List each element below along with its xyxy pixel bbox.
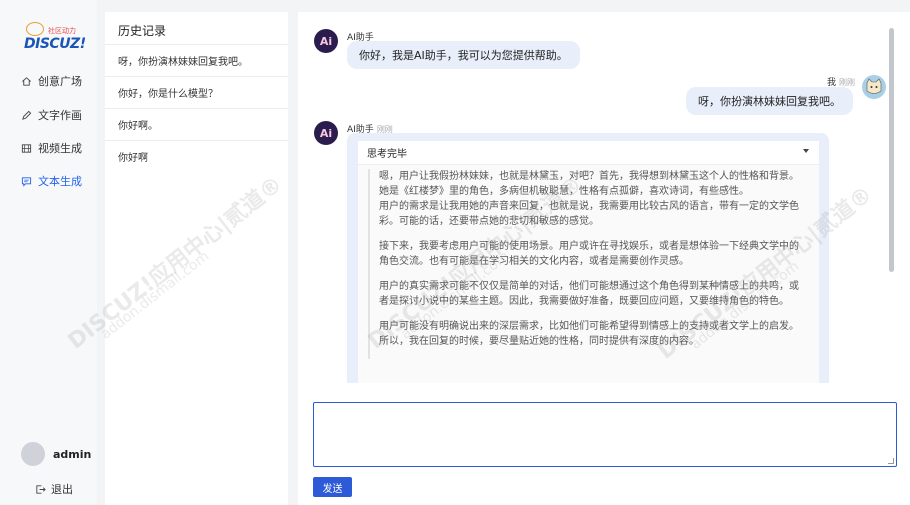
sidebar-item-creative-square[interactable]: 创意广场 [20, 71, 82, 91]
logo-bubble-icon [26, 22, 44, 36]
thinking-text: 嗯，用户让我假扮林妹妹，也就是林黛玉，对吧？首先，我得想到林黛玉这个人的性格和背… [368, 169, 808, 359]
cat-avatar-icon [866, 78, 882, 94]
logout-icon [34, 483, 46, 495]
history-item[interactable]: 你好，你是什么模型？ [105, 76, 288, 108]
history-item[interactable]: 你好啊。 [105, 108, 288, 140]
user-message-bubble: 呀，你扮演林妹妹回复我吧。 [686, 87, 853, 115]
thinking-paragraph: 接下来，我要考虑用户可能的使用场景。用户或许在寻找娱乐，或者是想体验一下经典文学… [379, 241, 799, 267]
film-icon [20, 142, 32, 154]
thinking-paragraph: 用户的真实需求可能不仅仅是简单的对话，他们可能想通过这个角色得到某种情感上的共鸣… [379, 281, 799, 307]
thinking-title: 思考完毕 [367, 149, 407, 160]
logo-subtitle: 社区动力 [48, 27, 76, 35]
logout-button[interactable]: 退出 [34, 481, 73, 497]
thinking-toggle[interactable]: 思考完毕 [358, 141, 819, 165]
pen-icon [20, 109, 32, 121]
logout-label: 退出 [51, 483, 73, 496]
history-panel: 历史记录 呀，你扮演林妹妹回复我吧。 你好，你是什么模型？ 你好啊。 你好啊 [105, 12, 288, 505]
sidebar-item-label: 文本生成 [38, 175, 82, 188]
home-icon [20, 75, 32, 87]
logo-text: DISCUZ! [24, 36, 86, 52]
sidebar-item-video-generation[interactable]: 视频生成 [20, 138, 82, 158]
thinking-paragraph: 用户可能没有明确说出来的深层需求，比如他们可能希望得到情感上的支持或者文学上的启… [379, 321, 799, 347]
sidebar-item-label: 文字作画 [38, 109, 82, 122]
sidebar-item-label: 创意广场 [38, 75, 82, 88]
send-button[interactable]: 发送 [313, 477, 352, 497]
message-input[interactable] [313, 402, 897, 467]
user-name: admin [53, 447, 92, 461]
ai-avatar: Ai [314, 121, 338, 145]
caret-down-icon [803, 149, 809, 153]
discuz-logo[interactable]: 社区动力 DISCUZ! [22, 22, 86, 56]
sidebar-item-text-generation[interactable]: 文本生成 [20, 171, 82, 191]
avatar [21, 442, 45, 466]
user-avatar [862, 75, 886, 99]
user-profile[interactable]: admin [21, 442, 91, 466]
ai-message-bubble: 你好，我是AI助手，我可以为您提供帮助。 [347, 41, 580, 69]
ai-avatar: Ai [314, 29, 338, 53]
history-item[interactable]: 呀，你扮演林妹妹回复我吧。 [105, 44, 288, 76]
chat-icon [20, 175, 32, 187]
chat-scrollbar[interactable] [889, 28, 894, 272]
resize-grip-icon[interactable] [888, 458, 894, 464]
thinking-content: 嗯，用户让我假扮林妹妹，也就是林黛玉，对吧？首先，我得想到林黛玉这个人的性格和背… [358, 165, 819, 383]
history-item[interactable]: 你好啊 [105, 140, 288, 172]
sidebar-item-text-to-image[interactable]: 文字作画 [20, 105, 82, 125]
message-time: 刚刚 [839, 78, 856, 87]
history-list: 呀，你扮演林妹妹回复我吧。 你好，你是什么模型？ 你好啊。 你好啊 [105, 44, 288, 172]
thinking-paragraph: 嗯，用户让我假扮林妹妹，也就是林黛玉，对吧？首先，我得想到林黛玉这个人的性格和背… [379, 171, 799, 227]
sidebar-item-label: 视频生成 [38, 142, 82, 155]
thinking-panel: 思考完毕 嗯，用户让我假扮林妹妹，也就是林黛玉，对吧？首先，我得想到林黛玉这个人… [358, 141, 819, 383]
history-title: 历史记录 [118, 24, 167, 38]
sidebar: 社区动力 DISCUZ! 创意广场 文字作画 视频生成 文本生成 admin 退… [0, 0, 97, 505]
